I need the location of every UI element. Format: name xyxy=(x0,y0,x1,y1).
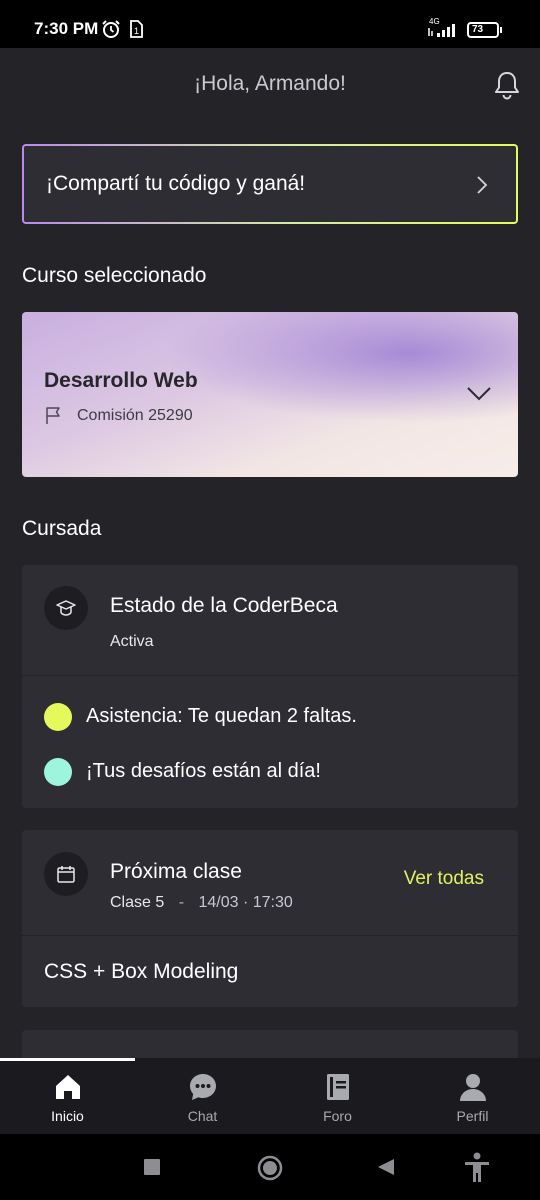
calendar-icon xyxy=(57,866,75,883)
chevron-right-icon xyxy=(477,176,488,194)
chevron-down-icon[interactable] xyxy=(466,384,492,402)
alarm-icon xyxy=(102,20,120,38)
class-topic: CSS + Box Modeling xyxy=(44,960,239,983)
signal-icon xyxy=(428,24,455,37)
bell-icon[interactable] xyxy=(492,70,522,100)
beca-status: Activa xyxy=(110,633,154,650)
status-bar: 7:30 PM 1 4G 73 xyxy=(0,0,540,48)
graduation-cap-icon-wrap xyxy=(44,586,88,630)
bottom-navigation: Inicio Chat Foro Perfil xyxy=(0,1058,540,1134)
attendance-text: Asistencia: Te quedan 2 faltas. xyxy=(86,705,357,727)
cursada-card: Estado de la CoderBeca Activa Asistencia… xyxy=(22,565,518,808)
nav-item-foro[interactable]: Foro xyxy=(270,1058,405,1134)
challenges-text: ¡Tus desafíos están al día! xyxy=(86,760,321,782)
beca-title: Estado de la CoderBeca xyxy=(110,594,338,617)
course-name: Desarrollo Web xyxy=(44,369,198,392)
card-divider xyxy=(22,935,518,936)
next-card-partial xyxy=(22,1030,518,1058)
see-all-link[interactable]: Ver todas xyxy=(404,868,484,890)
flag-icon xyxy=(46,407,60,424)
next-class-title: Próxima clase xyxy=(110,860,242,883)
share-code-text: ¡Compartí tu código y ganá! xyxy=(46,172,306,195)
share-code-banner[interactable]: ¡Compartí tu código y ganá! xyxy=(22,144,518,224)
recents-icon[interactable] xyxy=(143,1158,161,1176)
battery-icon: 73 xyxy=(467,22,499,38)
course-commission: Comisión 25290 xyxy=(77,407,193,424)
challenges-dot xyxy=(44,758,72,786)
card-divider xyxy=(22,675,518,676)
battery-tip xyxy=(500,27,502,33)
graduation-cap-icon xyxy=(56,600,76,616)
course-selector[interactable]: Desarrollo Web Comisión 25290 xyxy=(22,312,518,477)
profile-icon xyxy=(460,1074,486,1101)
nav-label-foro: Foro xyxy=(323,1108,352,1124)
nav-item-chat[interactable]: Chat xyxy=(135,1058,270,1134)
back-icon[interactable] xyxy=(377,1158,395,1176)
share-code-banner-inner: ¡Compartí tu código y ganá! xyxy=(24,146,516,222)
nav-label-inicio: Inicio xyxy=(51,1108,84,1124)
nav-item-inicio[interactable]: Inicio xyxy=(0,1058,135,1134)
chat-icon xyxy=(190,1074,216,1100)
home-icon xyxy=(56,1075,80,1099)
next-class-meta: Clase 5 - 14/03 · 17:30 xyxy=(110,894,293,912)
nav-label-perfil: Perfil xyxy=(456,1108,489,1124)
accessibility-icon[interactable] xyxy=(463,1152,491,1184)
next-class-card[interactable]: Próxima clase Clase 5 - 14/03 · 17:30 Ve… xyxy=(22,830,518,1007)
sim-icon: 1 xyxy=(130,20,143,38)
class-datetime: 14/03 · 17:30 xyxy=(198,894,293,911)
svg-text:1: 1 xyxy=(134,26,139,36)
greeting: ¡Hola, Armando! xyxy=(194,72,346,95)
nav-label-chat: Chat xyxy=(187,1108,218,1124)
app-content: ¡Hola, Armando! ¡Compartí tu código y ga… xyxy=(0,48,540,1058)
home-button-icon[interactable] xyxy=(257,1155,283,1181)
system-navigation-bar xyxy=(0,1134,540,1200)
meta-separator: - xyxy=(178,894,185,911)
cursada-heading: Cursada xyxy=(22,517,102,540)
attendance-dot xyxy=(44,703,72,731)
status-time: 7:30 PM xyxy=(34,19,99,38)
battery-level: 73 xyxy=(472,24,484,35)
forum-icon xyxy=(327,1074,349,1100)
class-number: Clase 5 xyxy=(110,894,165,911)
calendar-icon-wrap xyxy=(44,852,88,896)
nav-item-perfil[interactable]: Perfil xyxy=(405,1058,540,1134)
selected-course-heading: Curso seleccionado xyxy=(22,264,207,287)
